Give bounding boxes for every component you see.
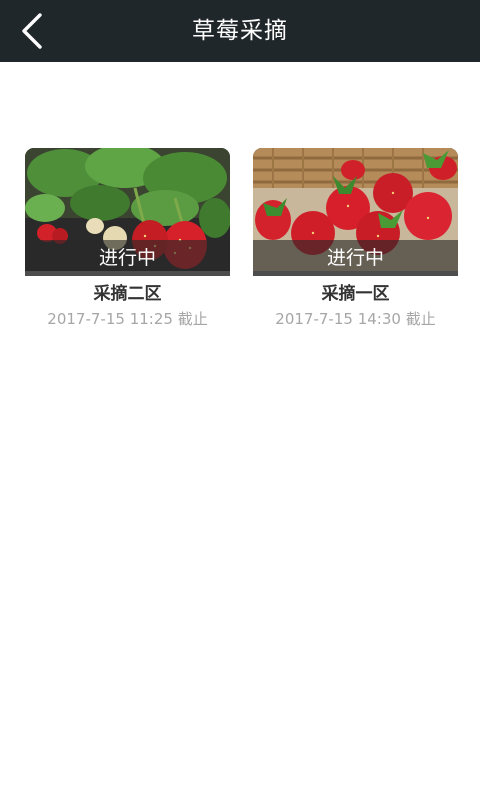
back-button[interactable]	[10, 8, 54, 54]
card-deadline: 2017-7-15 14:30 截止	[275, 310, 436, 328]
chevron-left-icon	[22, 13, 42, 49]
card-thumbnail: 进行中	[25, 148, 230, 276]
picking-area-card[interactable]: 进行中 采摘二区 2017-7-15 11:25 截止	[25, 148, 230, 330]
app-root: 草莓采摘 进行中 采摘二区 2017-7-15 11:25 截止 进行中 采摘一…	[0, 0, 480, 800]
card-thumbnail: 进行中	[253, 148, 458, 276]
status-badge: 进行中	[253, 240, 458, 276]
card-deadline: 2017-7-15 11:25 截止	[47, 310, 208, 328]
status-badge: 进行中	[25, 240, 230, 276]
card-title: 采摘二区	[93, 284, 162, 304]
picking-area-card[interactable]: 进行中 采摘一区 2017-7-15 14:30 截止	[253, 148, 458, 330]
top-nav-bar: 草莓采摘	[0, 0, 480, 62]
card-title: 采摘一区	[321, 284, 390, 304]
page-title: 草莓采摘	[192, 18, 288, 44]
